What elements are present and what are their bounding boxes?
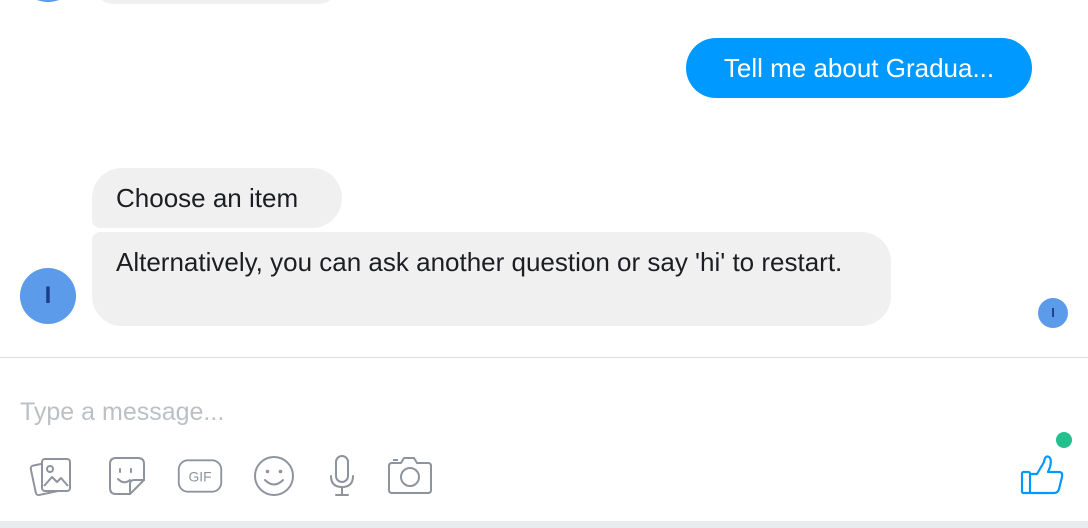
camera-button[interactable] (386, 452, 434, 500)
photo-button[interactable] (28, 452, 76, 500)
emoji-button[interactable] (250, 452, 298, 500)
online-status-dot (1056, 432, 1072, 448)
microphone-button[interactable] (318, 452, 366, 500)
incoming-message[interactable]: Alternatively, you can ask another quest… (92, 232, 891, 326)
previous-avatar (20, 0, 76, 2)
composer-divider (0, 357, 1088, 358)
photo-icon (29, 458, 71, 497)
bot-avatar[interactable]: I (20, 268, 76, 324)
gif-button[interactable]: GIF (176, 452, 224, 500)
microphone-icon (330, 455, 354, 496)
sticker-button[interactable] (102, 452, 150, 500)
previous-message-bubble (92, 0, 340, 4)
message-input[interactable] (20, 390, 980, 434)
sticker-icon (109, 457, 145, 495)
gif-icon: GIF (177, 459, 223, 493)
window-bottom-edge (0, 521, 1088, 528)
incoming-message[interactable]: Choose an item (92, 168, 342, 228)
gif-text: GIF (188, 469, 211, 485)
emoji-icon (254, 456, 294, 496)
thumbs-up-icon (1020, 455, 1064, 495)
camera-icon (388, 457, 432, 494)
outgoing-message[interactable]: Tell me about Gradua... (686, 38, 1032, 98)
like-button[interactable] (1016, 448, 1068, 500)
read-receipt-avatar: I (1038, 298, 1068, 328)
